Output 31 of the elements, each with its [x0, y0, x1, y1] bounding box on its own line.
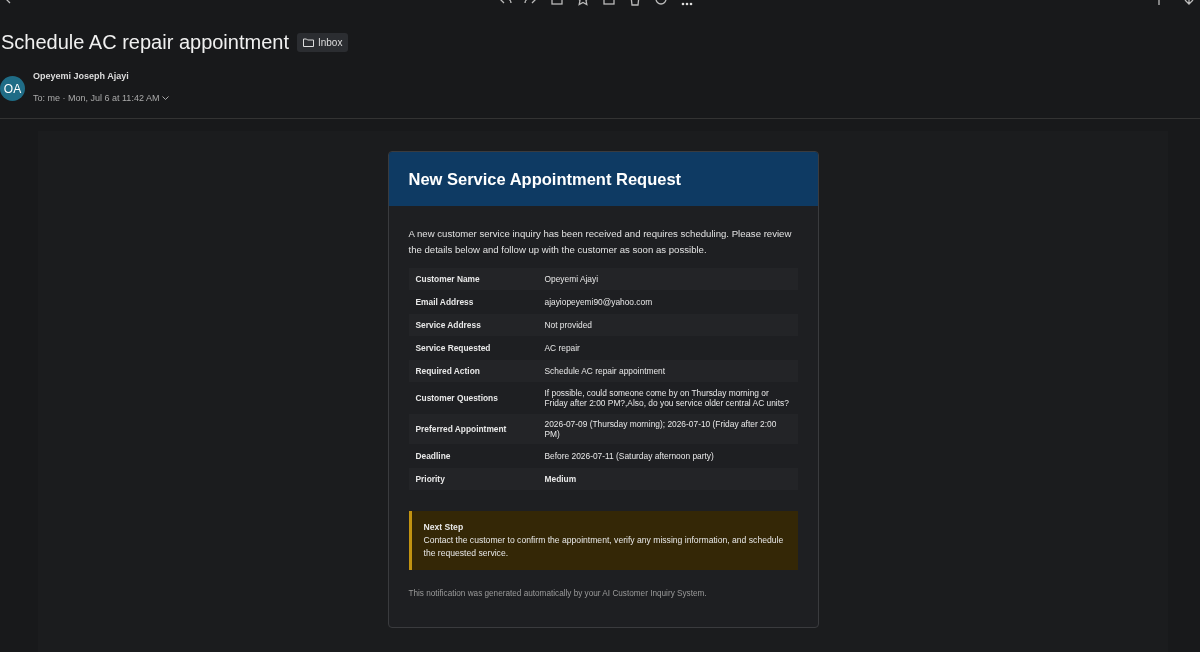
folder-label: Inbox	[317, 35, 343, 50]
field-value: AC repair	[544, 342, 581, 356]
field-label: Priority	[414, 472, 446, 486]
field-value: ajayiopeyemi90@yahoo.com	[544, 296, 654, 310]
intro-paragraph: A new customer service inquiry has been received and requires scheduling. Please review the details below and follow up with the customer as soon as possible.	[408, 227, 793, 258]
field-label: Customer Questions	[414, 391, 499, 405]
card-heading: New Service Appointment Request	[388, 151, 818, 207]
field-label: Preferred Appointment	[414, 422, 508, 436]
sender-name: Opeyemi Joseph Ajayi	[33, 70, 130, 83]
field-value: Medium	[544, 473, 578, 487]
field-value: 2026-07-09 (Thursday morning); 2026-07-10 (Friday after 2:00 PM)	[544, 418, 778, 442]
callout-text: Contact the customer to confirm the appointment, verify any missing information, and schedule the requested service.	[423, 534, 785, 561]
field-label: Email Address	[414, 295, 475, 309]
email-subject: Schedule AC repair appointment	[1, 30, 289, 54]
field-label: Service Requested	[414, 341, 492, 355]
footer-note: This notification was generated automatically by your AI Customer Inquiry System.	[408, 588, 708, 601]
callout-title: Next Step	[423, 521, 465, 535]
recipient-line[interactable]: To: me · Mon, Jul 6 at 11:42 AM	[33, 91, 170, 105]
field-label: Required Action	[414, 364, 481, 378]
avatar: OA	[0, 76, 25, 102]
chevron-down-icon[interactable]	[162, 95, 170, 101]
field-label: Service Address	[414, 318, 482, 332]
folder-tag[interactable]: Inbox	[296, 32, 349, 52]
field-label: Customer Name	[414, 272, 481, 286]
field-value: Not provided	[544, 319, 593, 333]
folder-icon	[302, 37, 314, 47]
field-value: Opeyemi Ajayi	[544, 273, 600, 287]
field-label: Deadline	[414, 449, 452, 463]
field-value: If possible, could someone come by on Thursday morning or Friday after 2:00 PM?,Also, do you service older central AC units?	[544, 387, 790, 411]
field-value: Schedule AC repair appointment	[544, 365, 667, 379]
field-value: Before 2026-07-11 (Saturday afternoon party)	[544, 450, 715, 464]
